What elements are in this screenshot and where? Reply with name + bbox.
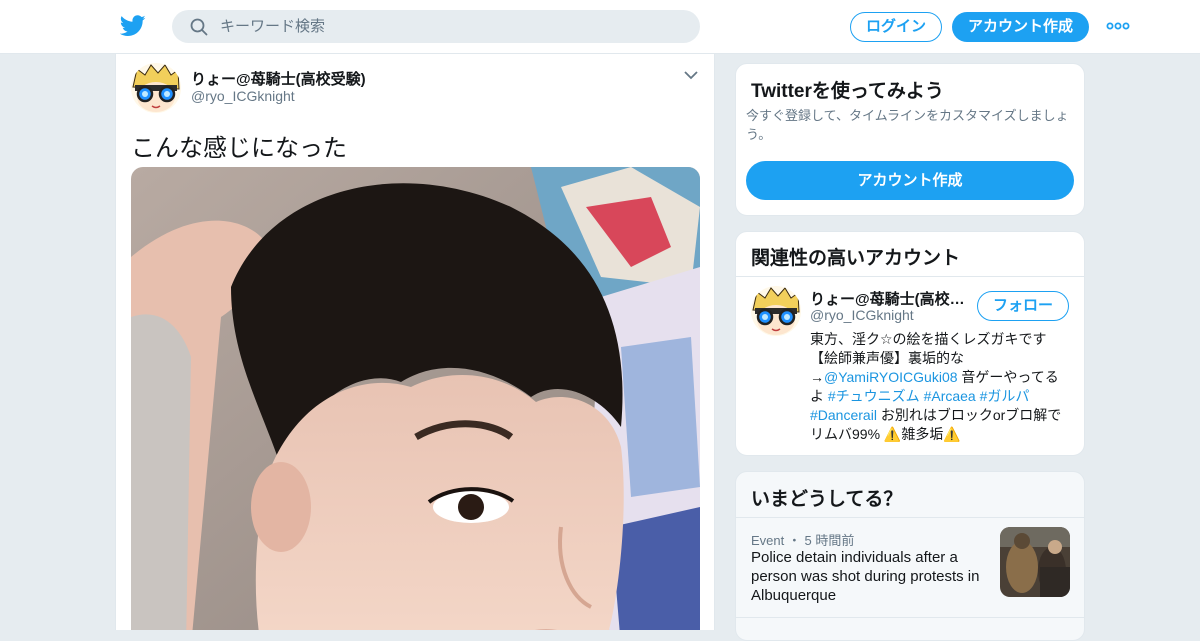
- signup-button[interactable]: アカウント作成: [952, 12, 1089, 42]
- try-twitter-title: Twitterを使ってみよう: [751, 81, 944, 102]
- trends-title: いまどうしてる？: [751, 489, 903, 510]
- related-account-name[interactable]: りょー@苺騎士(高校受験): [810, 288, 970, 309]
- bio-hashtag-link[interactable]: #ガルパ: [980, 388, 1030, 404]
- follow-button[interactable]: フォロー: [977, 291, 1069, 321]
- chevron-down-icon[interactable]: [684, 70, 698, 80]
- tweet-author-handle[interactable]: @ryo_ICGknight: [191, 88, 295, 104]
- top-bar: ログイン アカウント作成: [0, 0, 1200, 54]
- avatar-image: [751, 286, 801, 336]
- tweet-card: りょー@苺騎士(高校受験) @ryo_ICGknight こんな感じになった: [115, 54, 715, 630]
- create-account-button[interactable]: アカウント作成: [746, 161, 1074, 200]
- more-icon[interactable]: [1106, 18, 1130, 34]
- related-accounts-module: 関連性の高いアカウント りょー@苺騎士(高校受験) @ryo_ICGknight…: [735, 231, 1085, 456]
- tweet-text: こんな感じになった: [131, 135, 347, 162]
- tweet-author-name[interactable]: りょー@苺騎士(高校受験): [191, 68, 366, 89]
- login-button[interactable]: ログイン: [850, 12, 942, 42]
- tweet-photo-image: [131, 167, 700, 630]
- twitter-bird-icon[interactable]: [120, 14, 146, 38]
- trend-meta: Event ・ 5 時間前: [751, 533, 855, 548]
- tweet-photo[interactable]: [131, 167, 700, 630]
- trend-thumbnail[interactable]: [1000, 527, 1070, 597]
- related-account-handle[interactable]: @ryo_ICGknight: [810, 307, 914, 323]
- divider: [736, 276, 1084, 277]
- bio-mention-link[interactable]: @YamiRYOICGuki08: [824, 369, 958, 385]
- trend-headline[interactable]: Police detain individuals after a person…: [751, 548, 993, 605]
- search-icon: [190, 18, 208, 36]
- bio-hashtag-link[interactable]: #チュウニズム: [828, 388, 920, 404]
- bio-hashtag-link[interactable]: #Arcaea: [924, 388, 976, 404]
- trend-category: Event: [751, 533, 785, 548]
- try-twitter-module: Twitterを使ってみよう 今すぐ登録して、タイムラインをカスタマイズしましょ…: [735, 63, 1085, 216]
- avatar[interactable]: [751, 286, 801, 336]
- bio-hashtag-link[interactable]: #Dancerail: [810, 407, 877, 423]
- divider: [736, 517, 1084, 518]
- trend-thumbnail-image: [1000, 527, 1070, 597]
- related-account-bio: 東方、淫ク☆の絵を描くレズガキです【絵師兼声優】裏垢的な→@YamiRYOICG…: [810, 330, 1072, 444]
- divider: [736, 617, 1084, 618]
- related-accounts-title: 関連性の高いアカウント: [751, 248, 961, 269]
- trend-time: 5 時間前: [804, 533, 855, 548]
- avatar-image: [131, 63, 181, 113]
- trends-module: いまどうしてる？ Event ・ 5 時間前 Police detain ind…: [735, 471, 1085, 641]
- search-input[interactable]: [220, 10, 680, 43]
- search-bar: [172, 10, 700, 43]
- try-twitter-description: 今すぐ登録して、タイムラインをカスタマイズしましょう。: [746, 108, 1069, 142]
- avatar[interactable]: [131, 63, 181, 113]
